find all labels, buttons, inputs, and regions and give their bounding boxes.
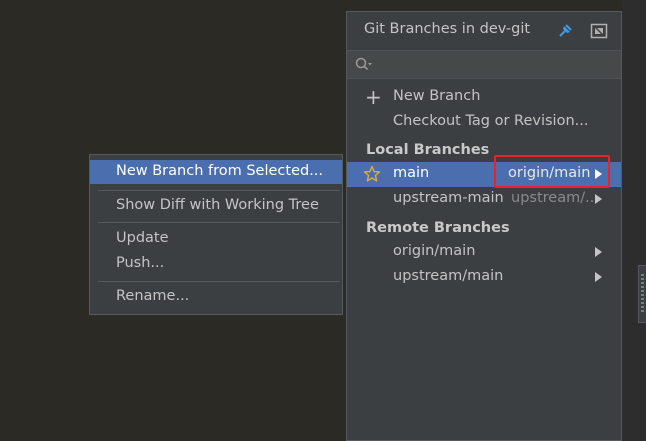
tracking-branch: upstream/... xyxy=(511,190,599,206)
plus-icon: + xyxy=(365,85,382,109)
popup-title: Git Branches in dev-git xyxy=(364,21,531,37)
submenu-arrow-icon xyxy=(595,247,602,257)
branch-search-box[interactable] xyxy=(347,50,621,79)
menu-item-push[interactable]: Push... xyxy=(90,252,342,276)
menu-item-update[interactable]: Update xyxy=(90,227,342,251)
submenu-arrow-icon xyxy=(595,194,602,204)
menu-item-label: Show Diff with Working Tree xyxy=(116,197,319,213)
local-branches-header: Local Branches xyxy=(366,142,490,158)
branch-name: main xyxy=(393,165,430,181)
star-icon[interactable] xyxy=(363,165,381,183)
menu-separator xyxy=(98,281,340,282)
menu-item-new-branch-from-selected[interactable]: New Branch from Selected... xyxy=(90,160,342,184)
new-branch-action[interactable]: + New Branch xyxy=(347,85,621,110)
branch-name: upstream-main xyxy=(393,190,504,206)
menu-item-rename[interactable]: Rename... xyxy=(90,285,342,309)
action-label: New Branch xyxy=(393,88,481,104)
right-tool-strip xyxy=(622,0,646,441)
remote-branch-row-origin-main[interactable]: origin/main xyxy=(347,240,621,265)
remote-branches-header: Remote Branches xyxy=(366,220,510,236)
menu-separator xyxy=(98,190,340,191)
branch-name: origin/main xyxy=(393,243,476,259)
branch-search-input[interactable] xyxy=(377,54,613,76)
pin-icon[interactable] xyxy=(556,22,574,40)
expand-icon[interactable] xyxy=(590,22,608,40)
submenu-arrow-icon xyxy=(595,272,602,282)
git-branches-popup: Git Branches in dev-git + New Branch Che… xyxy=(346,11,622,441)
menu-item-label: Update xyxy=(116,230,169,246)
checkout-tag-action[interactable]: Checkout Tag or Revision... xyxy=(347,110,621,135)
menu-item-show-diff[interactable]: Show Diff with Working Tree xyxy=(90,194,342,218)
menu-item-label: New Branch from Selected... xyxy=(116,163,324,179)
remote-branch-row-upstream-main[interactable]: upstream/main xyxy=(347,265,621,290)
popup-header: Git Branches in dev-git xyxy=(347,12,621,50)
menu-item-label: Push... xyxy=(116,255,165,271)
search-icon xyxy=(355,57,373,73)
action-label: Checkout Tag or Revision... xyxy=(393,113,589,129)
branch-name: upstream/main xyxy=(393,268,504,284)
menu-separator xyxy=(98,222,340,223)
branch-context-menu: New Branch from Selected... Show Diff wi… xyxy=(89,154,343,315)
branch-row-upstream-main[interactable]: upstream-main upstream/... xyxy=(347,187,621,212)
annotation-highlight-box xyxy=(494,155,610,188)
scrollbar-marker[interactable] xyxy=(638,265,646,323)
menu-item-label: Rename... xyxy=(116,288,190,304)
